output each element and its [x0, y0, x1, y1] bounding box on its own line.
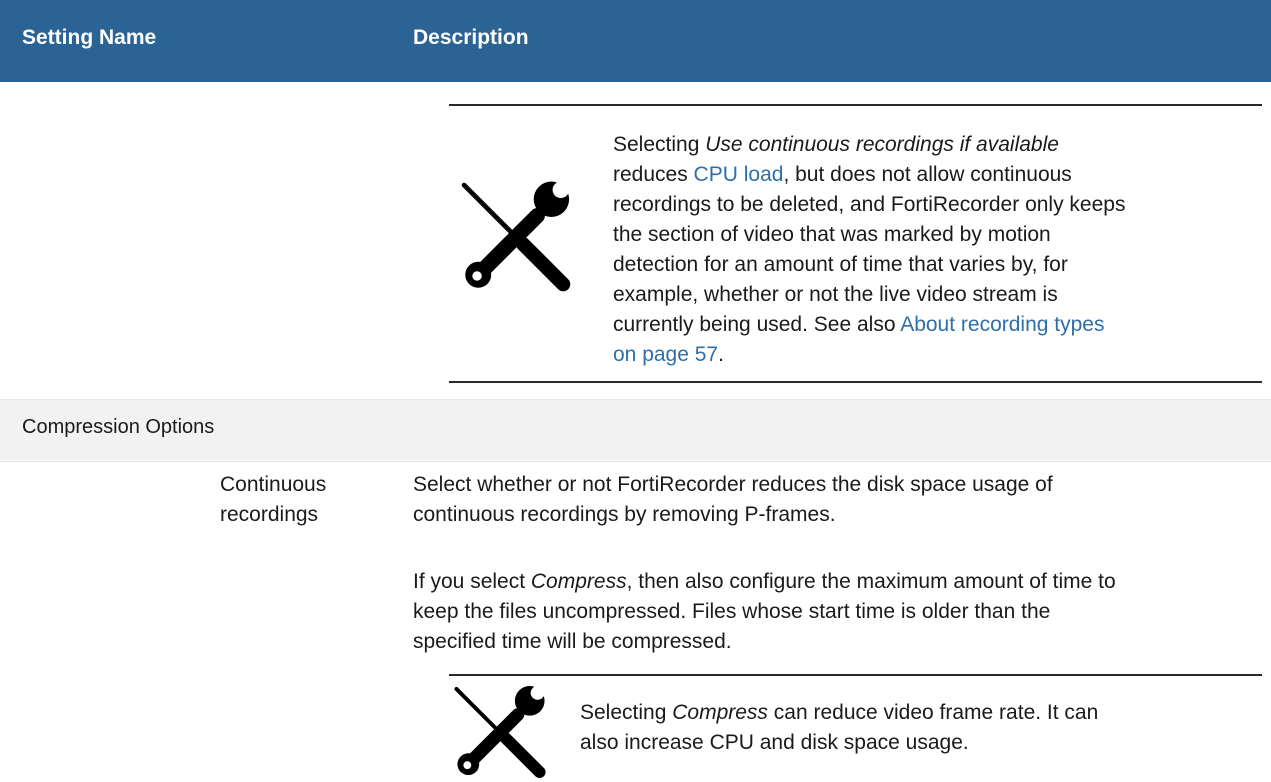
column-header-setting-name: Setting Name: [22, 26, 157, 49]
note-text: also increase CPU and disk space usage.: [580, 731, 969, 754]
description-text: , then also configure the maximum amount…: [626, 570, 1116, 593]
description-text: Select whether or not FortiRecorder redu…: [413, 473, 1053, 496]
note-text: reduces: [613, 163, 694, 186]
column-header-description: Description: [413, 26, 529, 49]
note-continuous-recordings: Selecting Use continuous recordings if a…: [613, 130, 1263, 370]
tools-icon: [454, 685, 546, 779]
note-text: detection for an amount of time that var…: [613, 253, 1068, 276]
setting-name-text: Continuous: [220, 473, 327, 496]
description-paragraph-1: Select whether or not FortiRecorder redu…: [413, 470, 1263, 530]
note-text: example, whether or not the live video s…: [613, 283, 1058, 306]
note-top-rule: [449, 104, 1262, 106]
tools-icon: [461, 181, 571, 292]
note-emphasis: Use continuous recordings if available: [705, 133, 1059, 156]
setting-name-continuous-recordings: Continuous recordings: [220, 470, 400, 530]
note-text: , but does not allow continuous: [783, 163, 1072, 186]
cpu-load-link[interactable]: CPU load: [694, 163, 784, 186]
note-text: .: [718, 343, 724, 366]
description-text: keep the files uncompressed. Files whose…: [413, 600, 1051, 623]
note-emphasis: Compress: [672, 701, 768, 724]
note-text: the section of video that was marked by …: [613, 223, 1051, 246]
description-paragraph-2: If you select Compress, then also config…: [413, 567, 1263, 657]
note-text: Selecting: [580, 701, 673, 724]
description-text: If you select: [413, 570, 531, 593]
section-title: Compression Options: [22, 416, 215, 438]
note-text: currently being used. See also: [613, 313, 901, 336]
description-text: specified time will be compressed.: [413, 630, 732, 653]
note-text: Selecting: [613, 133, 706, 156]
note-text: recordings to be deleted, and FortiRecor…: [613, 193, 1126, 216]
description-emphasis: Compress: [530, 570, 627, 593]
description-text: continuous recordings by removing P-fram…: [413, 503, 836, 526]
recording-types-page-link[interactable]: on page 57: [613, 343, 718, 366]
section-row-compression-options: Compression Options: [0, 400, 1271, 460]
note-top-rule: [449, 674, 1262, 676]
setting-name-text: recordings: [220, 503, 319, 526]
row-divider: [0, 461, 1271, 462]
document-page: Setting Name Description Selecting Use c…: [0, 0, 1271, 782]
recording-types-link[interactable]: About recording types: [900, 313, 1104, 336]
table-header: Setting Name Description: [0, 0, 1271, 82]
note-bottom-rule: [449, 381, 1262, 383]
note-text: can reduce video frame rate. It can: [767, 701, 1099, 724]
note-compress: Selecting Compress can reduce video fram…: [580, 698, 1260, 758]
